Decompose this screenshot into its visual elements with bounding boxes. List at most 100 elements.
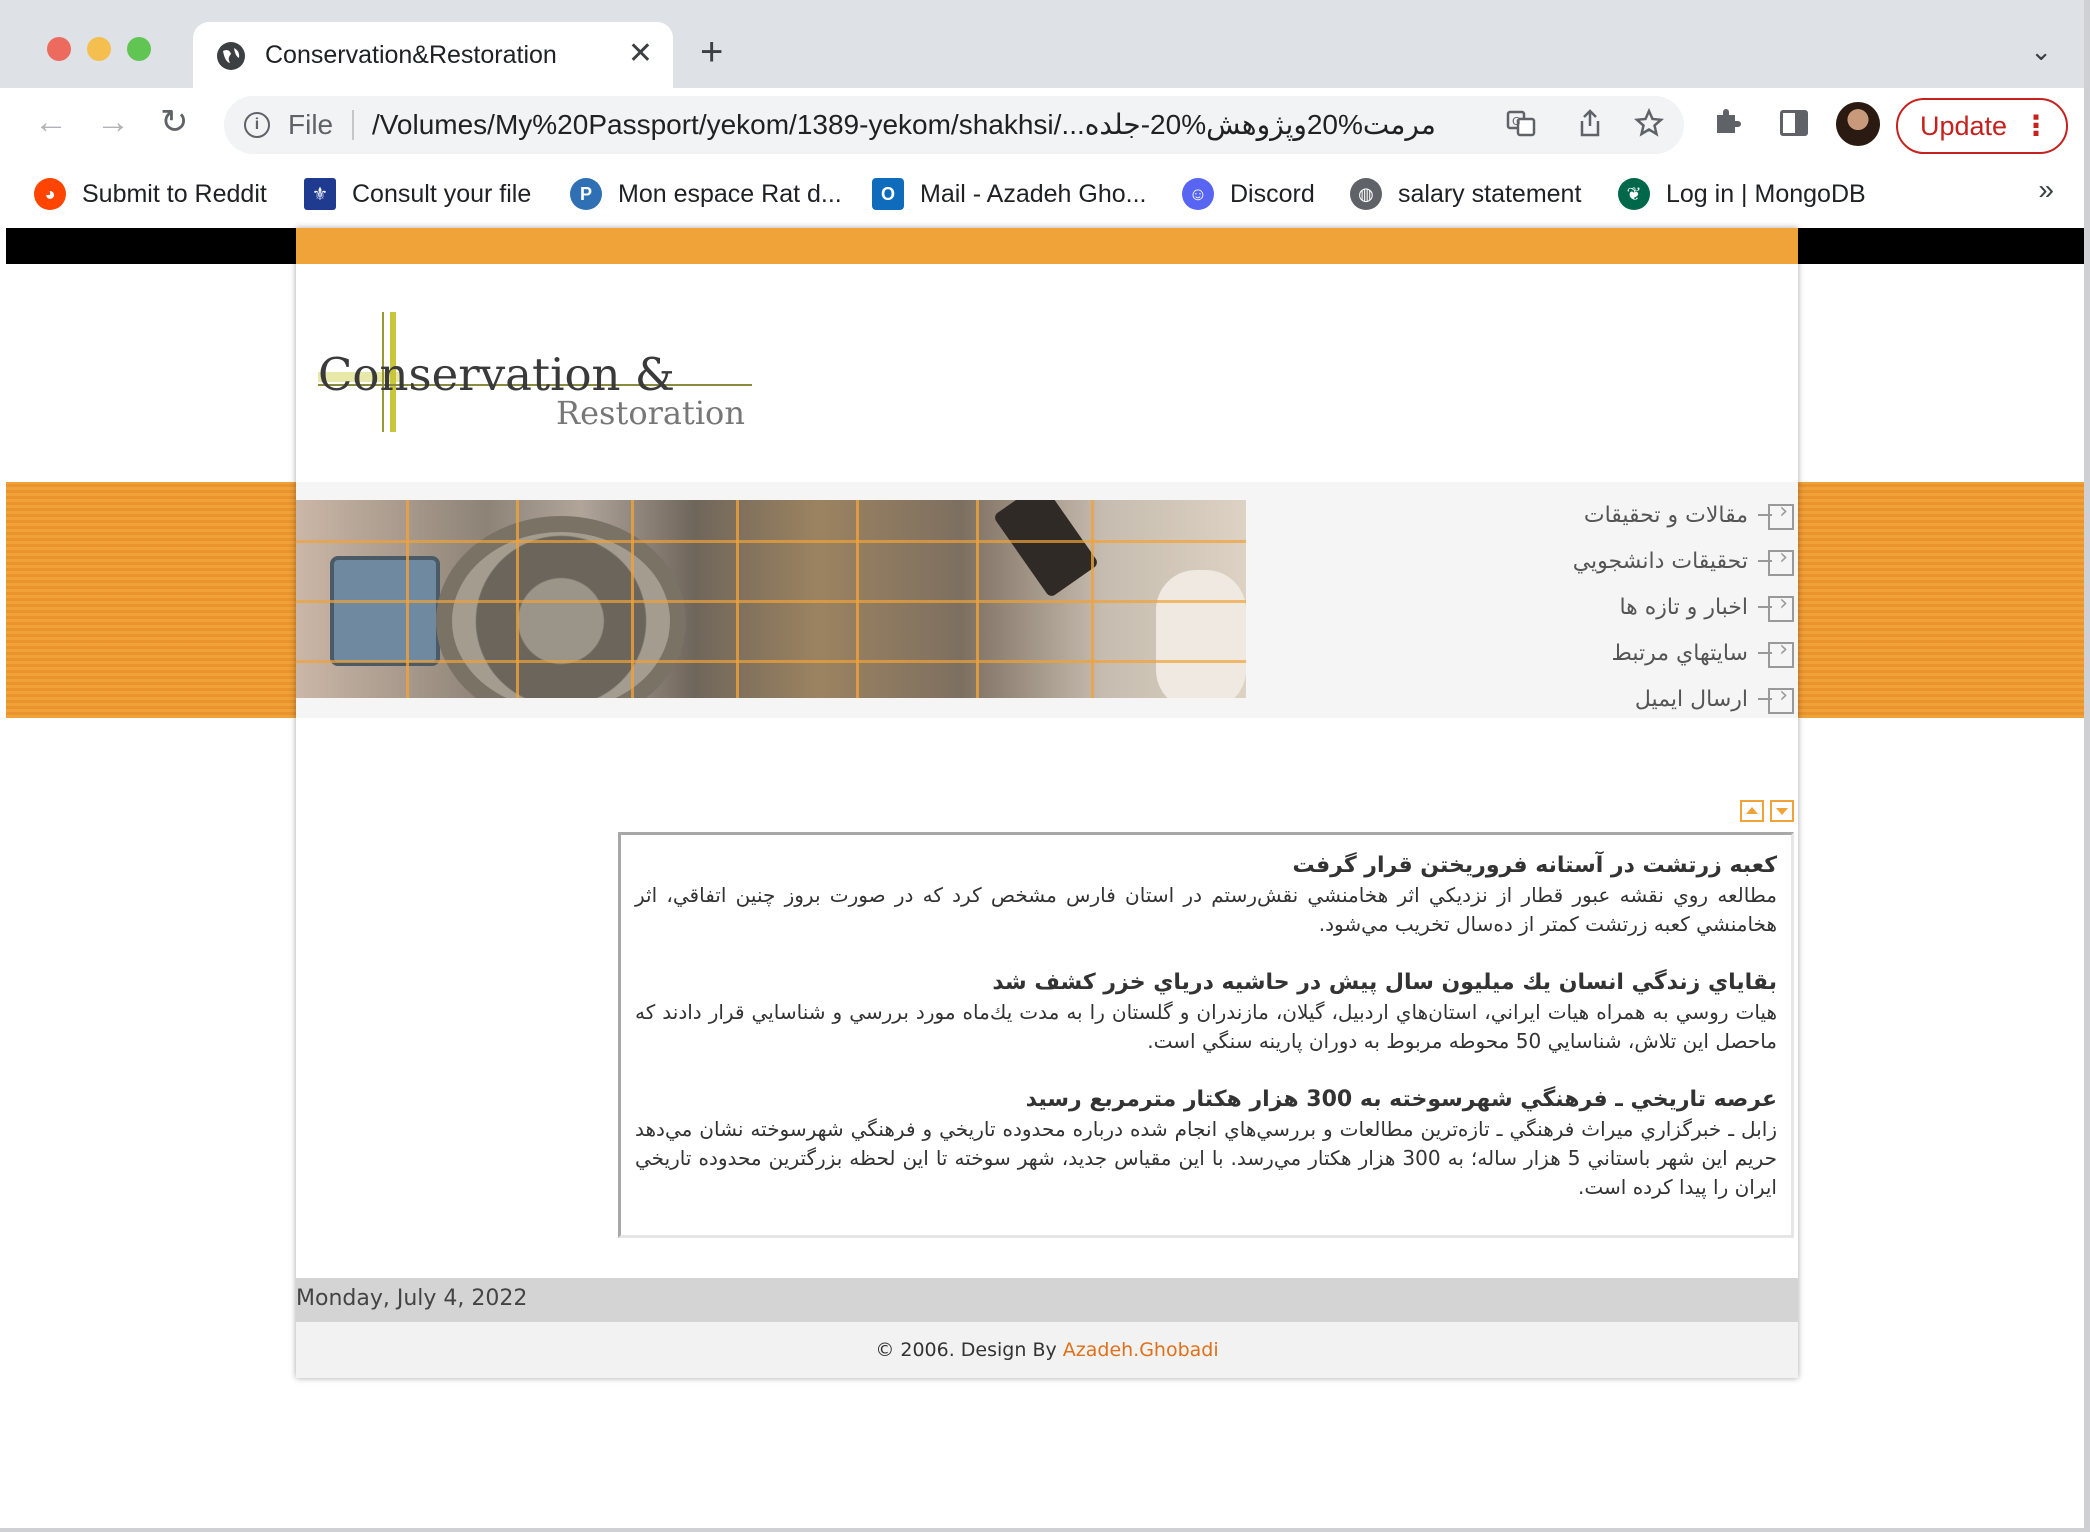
tab-title: Conservation&Restoration [265, 41, 557, 69]
mongodb-leaf-icon: ❦ [1618, 178, 1650, 210]
avatar[interactable] [1836, 102, 1880, 146]
window-maximize-button[interactable] [127, 37, 151, 61]
news-title[interactable]: كعبه زرتشت در آستانه فروريختن قرار گرفت [635, 851, 1777, 881]
banner-glove [1156, 570, 1246, 698]
news-item: عرصه تاريخي ـ فرهنگي شهرسوخته به 300 هزا… [635, 1085, 1777, 1202]
banner-bowl [436, 516, 686, 698]
tab-strip: Conservation&Restoration ✕ + ⌄ [0, 0, 2090, 90]
forward-button[interactable]: → [96, 102, 130, 142]
site-top-bar [296, 228, 1798, 264]
nav-item-news[interactable]: اخبار و تازه ها [1394, 584, 1794, 630]
web-page: Conservation & Restoration ‹ مقالات و تح… [6, 228, 2084, 1528]
nav-item-label: سايتهاي مرتبط [1611, 640, 1748, 666]
bookmarks-bar: ◕ Submit to Reddit ⚜ Consult your file P… [0, 164, 2090, 228]
bookmark-mail[interactable]: O Mail - Azadeh Gho... [872, 174, 1147, 214]
url-text[interactable]: /Volumes/My%20Passport/yekom/1389-yekom/… [372, 108, 1472, 141]
info-icon[interactable]: i [244, 112, 270, 138]
site-container: Conservation & Restoration ‹ مقالات و تح… [296, 228, 1798, 1378]
nav-item-label: ارسال ايميل [1634, 686, 1748, 712]
bookmark-consult-file[interactable]: ⚜ Consult your file [304, 174, 531, 214]
banner-grid-line [296, 660, 1246, 663]
reload-button[interactable]: ↻ [160, 102, 189, 142]
designer-link[interactable]: Azadeh.Ghobadi [1063, 1339, 1219, 1361]
news-title[interactable]: عرصه تاريخي ـ فرهنگي شهرسوخته به 300 هزا… [635, 1085, 1777, 1115]
banner-brush [992, 500, 1100, 599]
banner-grid-line [406, 500, 409, 698]
nav-item-student-research[interactable]: تحقيقات دانشجويي [1394, 538, 1794, 584]
reddit-icon: ◕ [34, 178, 66, 210]
nav-item-articles[interactable]: مقالات و تحقيقات [1394, 492, 1794, 538]
new-tab-button[interactable]: + [700, 32, 723, 72]
nav-item-related-sites[interactable]: سايتهاي مرتبط [1394, 630, 1794, 676]
nav-arrow-icon [1758, 683, 1794, 714]
browser-chrome: Conservation&Restoration ✕ + ⌄ ← → ↻ i F… [0, 0, 2090, 228]
window-minimize-button[interactable] [87, 37, 111, 61]
back-button[interactable]: ← [34, 102, 68, 142]
banner-grid-line [296, 600, 1246, 603]
news-body: هيات روسي به همراه هيات ايراني، استان‌ها… [635, 1000, 1777, 1053]
nav-arrow-icon [1758, 499, 1794, 530]
bookmark-mon-espace[interactable]: P Mon espace Rat d... [570, 174, 842, 214]
logo-subtitle: Restoration [556, 394, 745, 432]
close-icon[interactable]: ✕ [628, 36, 653, 72]
globe-icon: ◍ [1350, 178, 1382, 210]
current-date: Monday, July 4, 2022 [296, 1286, 528, 1311]
update-label: Update [1920, 111, 2008, 141]
banner-grid-line [296, 540, 1246, 543]
banner-grid-line [631, 500, 634, 698]
tab-active[interactable]: Conservation&Restoration ✕ [193, 22, 673, 90]
star-icon[interactable] [1633, 107, 1665, 145]
bookmark-mongodb[interactable]: ❦ Log in | MongoDB [1618, 174, 1866, 214]
nav-arrow-icon [1758, 545, 1794, 576]
nav-arrow-icon [1758, 591, 1794, 622]
update-button[interactable]: Update ⋮ [1896, 98, 2068, 154]
nav-item-send-email[interactable]: ارسال ايميل [1394, 676, 1794, 722]
nav-item-label: مقالات و تحقيقات [1583, 502, 1748, 528]
banner-grid-line [736, 500, 739, 698]
translate-icon[interactable]: G [1506, 108, 1536, 145]
outlook-icon: O [872, 178, 904, 210]
date-bar: Monday, July 4, 2022 [296, 1278, 1798, 1322]
side-panel-icon[interactable] [1780, 110, 1808, 136]
window-edge [2084, 0, 2090, 1532]
news-box: كعبه زرتشت در آستانه فروريختن قرار گرفت … [618, 832, 1794, 1238]
bookmark-label: salary statement [1398, 179, 1582, 208]
bookmark-salary[interactable]: ◍ salary statement [1350, 174, 1581, 214]
main-nav-menu: مقالات و تحقيقات تحقيقات دانشجويي اخبار … [1394, 492, 1794, 722]
banner-grid-line [976, 500, 979, 698]
news-item: بقاياي زندگي انسان يك ميليون سال پيش در … [635, 968, 1777, 1056]
news-title[interactable]: بقاياي زندگي انسان يك ميليون سال پيش در … [635, 968, 1777, 998]
bookmark-discord[interactable]: ☺ Discord [1182, 174, 1315, 214]
toolbar: ← → ↻ i File /Volumes/My%20Passport/yeko… [0, 88, 2090, 164]
p-circle-icon: P [570, 178, 602, 210]
nav-strip: مقالات و تحقيقات تحقيقات دانشجويي اخبار … [296, 482, 1798, 718]
bookmark-label: Mail - Azadeh Gho... [920, 179, 1147, 208]
window-bottom-edge [0, 1528, 2090, 1532]
more-menu-icon[interactable]: ⋮ [2022, 100, 2050, 152]
bookmark-label: Log in | MongoDB [1666, 179, 1866, 208]
scroll-down-button[interactable] [1770, 800, 1794, 822]
banner-grid-line [856, 500, 859, 698]
bookmarks-overflow-button[interactable]: » [2038, 174, 2054, 206]
site-logo[interactable]: Conservation & Restoration [318, 312, 758, 442]
news-body: مطالعه روي نقشه عبور قطار از نزديكي اثر … [635, 883, 1777, 936]
bookmark-label: Submit to Reddit [82, 179, 267, 208]
bookmark-label: Consult your file [352, 179, 532, 208]
banner-grid-line [1091, 500, 1094, 698]
extensions-puzzle-icon[interactable] [1712, 106, 1742, 144]
scheme-label: File [288, 109, 334, 140]
discord-icon: ☺ [1182, 178, 1214, 210]
bookmark-reddit[interactable]: ◕ Submit to Reddit [34, 174, 267, 214]
bookmark-label: Discord [1230, 179, 1315, 208]
news-item: كعبه زرتشت در آستانه فروريختن قرار گرفت … [635, 851, 1777, 939]
address-bar[interactable]: i File /Volumes/My%20Passport/yekom/1389… [224, 96, 1684, 154]
banner-artifact-tile [330, 556, 440, 666]
share-icon[interactable] [1576, 108, 1604, 145]
chevron-down-icon[interactable]: ⌄ [2030, 36, 2052, 67]
news-body: زابل ـ خبرگزاري ميراث فرهنگي ـ تازه‌ترين… [635, 1117, 1777, 1199]
scroll-up-button[interactable] [1740, 800, 1764, 822]
footer-copyright: © 2006. Design By [875, 1339, 1063, 1361]
bookmark-label: Mon espace Rat d... [618, 179, 842, 208]
globe-icon [217, 42, 245, 70]
window-close-button[interactable] [47, 37, 71, 61]
